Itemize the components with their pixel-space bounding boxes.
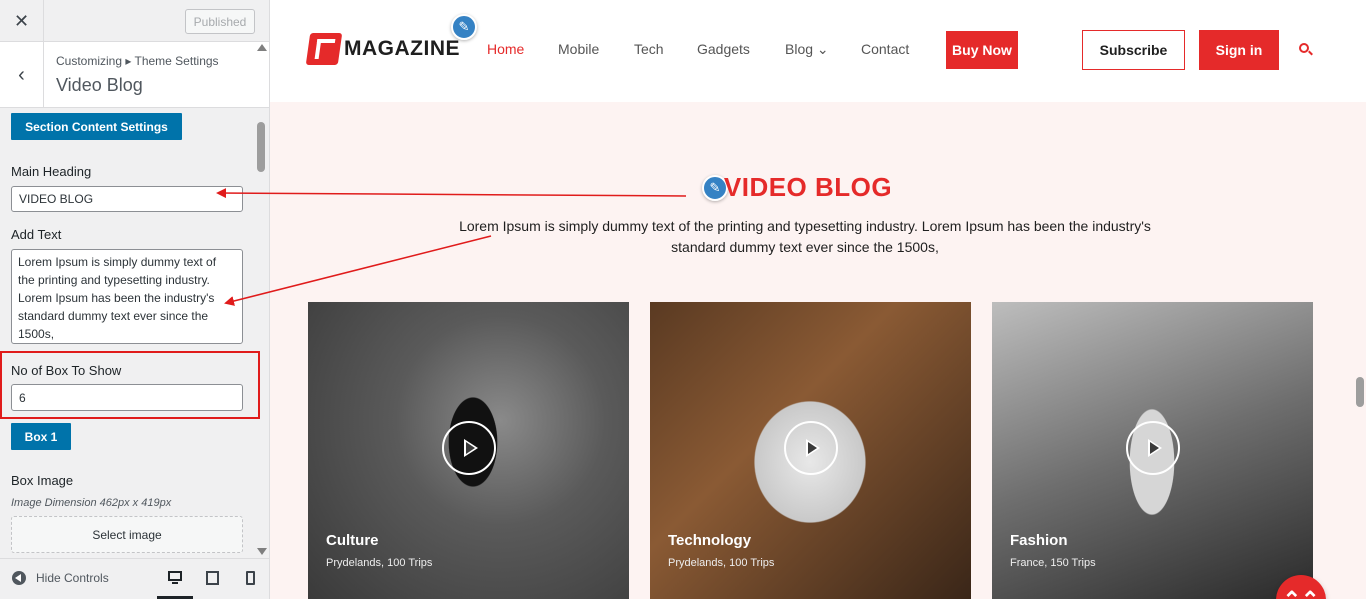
mobile-preview-icon[interactable] bbox=[245, 571, 261, 585]
chevron-down-icon: ⌄ bbox=[816, 41, 829, 57]
card-category: Culture bbox=[326, 532, 379, 549]
hide-controls-label: Hide Controls bbox=[36, 571, 109, 585]
add-text-textarea[interactable]: Lorem Ipsum is simply dummy text of the … bbox=[11, 249, 243, 344]
nav-blog[interactable]: Blog ⌄ bbox=[785, 41, 829, 58]
breadcrumb: Customizing ▸ Theme Settings bbox=[56, 54, 219, 68]
subscribe-button[interactable]: Subscribe bbox=[1082, 30, 1185, 70]
video-card[interactable]: Culture Prydelands, 100 Trips bbox=[308, 302, 629, 599]
site-logo[interactable]: MAGAZINE bbox=[305, 33, 460, 65]
play-icon[interactable] bbox=[784, 421, 838, 475]
video-card[interactable]: Fashion France, 150 Trips bbox=[992, 302, 1313, 599]
desktop-preview-icon[interactable] bbox=[167, 571, 183, 585]
sign-in-button[interactable]: Sign in bbox=[1199, 30, 1279, 70]
nav-contact[interactable]: Contact bbox=[861, 41, 909, 57]
image-dimension-note: Image Dimension 462px x 419px bbox=[11, 497, 172, 509]
play-icon[interactable] bbox=[1126, 421, 1180, 475]
logo-mark-icon bbox=[305, 33, 343, 65]
scroll-up-arrow-icon[interactable] bbox=[257, 44, 267, 51]
card-meta: Prydelands, 100 Trips bbox=[668, 557, 775, 569]
published-button[interactable]: Published bbox=[185, 9, 255, 34]
close-icon[interactable]: ✕ bbox=[0, 0, 44, 42]
main-heading-label: Main Heading bbox=[11, 164, 92, 179]
scrollbar-thumb[interactable] bbox=[257, 122, 265, 172]
add-text-label: Add Text bbox=[11, 227, 62, 242]
sidebar-scrollbar[interactable] bbox=[255, 42, 269, 557]
nav-gadgets[interactable]: Gadgets bbox=[697, 41, 750, 57]
main-heading-input[interactable]: VIDEO BLOG bbox=[11, 186, 243, 212]
nav-home[interactable]: Home bbox=[487, 41, 524, 57]
customizer-header: ✕ Published bbox=[0, 0, 269, 42]
video-card[interactable]: Technology Prydelands, 100 Trips bbox=[650, 302, 971, 599]
section-heading: VIDEO BLOG bbox=[723, 172, 893, 202]
scroll-down-arrow-icon[interactable] bbox=[257, 548, 267, 555]
tablet-preview-icon[interactable] bbox=[205, 571, 221, 585]
collapse-icon bbox=[12, 571, 26, 585]
panel-title: Video Blog bbox=[56, 75, 143, 95]
section-description: Lorem Ipsum is simply dummy text of the … bbox=[459, 218, 1151, 255]
card-category: Technology bbox=[668, 532, 752, 549]
site-preview: MAGAZINE ✎ Home Mobile Tech Gadgets Blog… bbox=[270, 0, 1366, 599]
back-icon[interactable]: ‹ bbox=[0, 42, 44, 108]
nav-blog-label: Blog bbox=[785, 41, 814, 57]
card-meta: France, 150 Trips bbox=[1010, 557, 1096, 569]
nav-mobile[interactable]: Mobile bbox=[558, 41, 599, 57]
boxes-count-input[interactable]: 6 bbox=[11, 384, 243, 411]
card-meta: Prydelands, 100 Trips bbox=[326, 557, 433, 569]
section-content-settings-button[interactable]: Section Content Settings bbox=[11, 113, 182, 140]
customizer-footer: Hide Controls bbox=[0, 558, 269, 599]
customizer-titlebar: ‹ Customizing ▸ Theme Settings Video Blo… bbox=[0, 42, 269, 108]
play-icon[interactable] bbox=[442, 421, 496, 475]
preview-scrollbar-thumb[interactable] bbox=[1356, 377, 1364, 407]
logo-text: MAGAZINE bbox=[344, 37, 460, 60]
hide-controls-button[interactable]: Hide Controls bbox=[12, 571, 109, 585]
card-category: Fashion bbox=[1010, 532, 1068, 549]
search-icon[interactable] bbox=[1299, 43, 1313, 57]
site-header: MAGAZINE ✎ Home Mobile Tech Gadgets Blog… bbox=[270, 0, 1366, 102]
boxes-count-label: No of Box To Show bbox=[11, 363, 122, 378]
nav-tech[interactable]: Tech bbox=[634, 41, 664, 57]
box-1-button[interactable]: Box 1 bbox=[11, 423, 71, 450]
select-image-button[interactable]: Select image bbox=[11, 516, 243, 553]
box-image-label: Box Image bbox=[11, 473, 74, 488]
customizer-sidebar: ✕ Published ‹ Customizing ▸ Theme Settin… bbox=[0, 0, 270, 599]
edit-logo-pencil-icon[interactable]: ✎ bbox=[451, 14, 477, 40]
video-blog-section: ✎ VIDEO BLOG Lorem Ipsum is simply dummy… bbox=[270, 102, 1366, 599]
buy-now-button[interactable]: Buy Now bbox=[946, 31, 1018, 69]
preview-scrollbar[interactable] bbox=[1354, 0, 1366, 599]
